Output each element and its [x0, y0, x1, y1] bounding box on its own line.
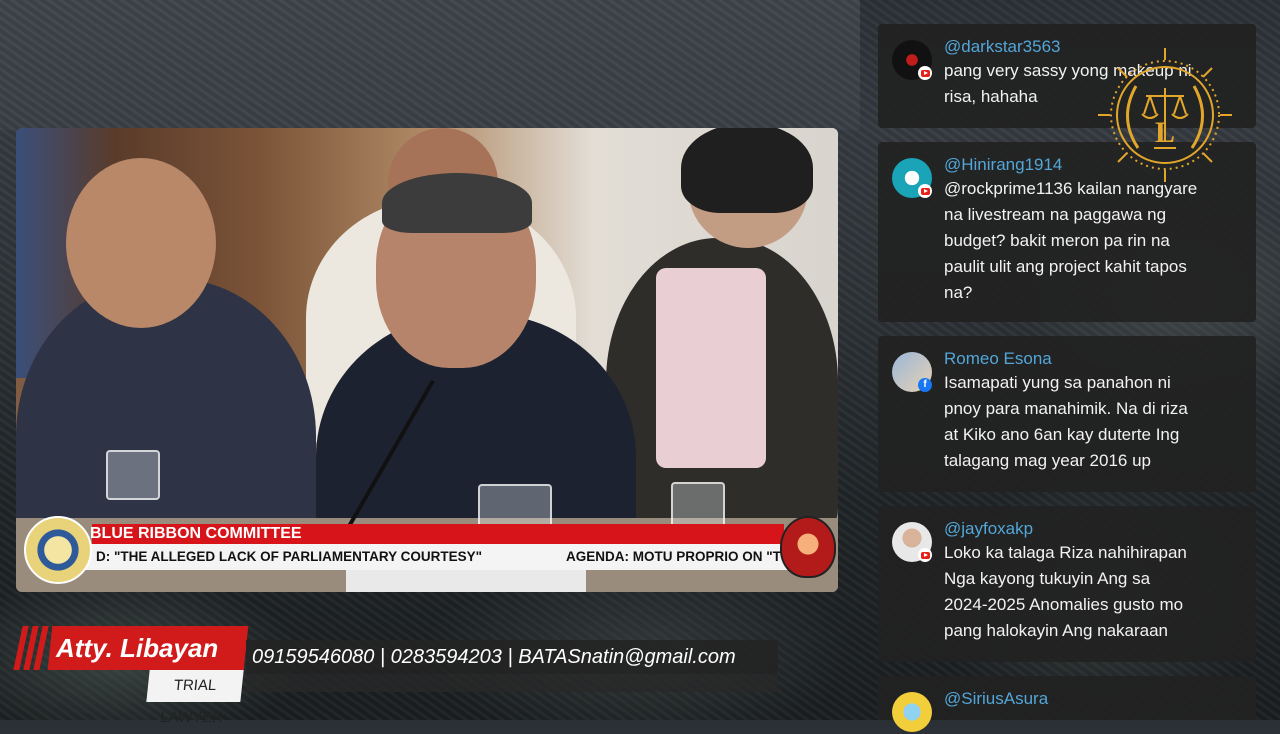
- agenda-ticker-left: D: "THE ALLEGED LACK OF PARLIAMENTARY CO…: [96, 549, 483, 564]
- brand-title: TRIAL LAWYER: [146, 670, 244, 726]
- nameplate-placard: [346, 570, 586, 592]
- chat-message: f Romeo Esona Isamapati yung sa panahon …: [878, 336, 1256, 492]
- person-right-hair: [681, 128, 813, 213]
- chat-text: Isamapati yung sa panahon ni pnoy para m…: [944, 373, 1188, 470]
- agenda-ticker-right: AGENDA: MOTU PROPRIO ON "T: [566, 549, 781, 564]
- facebook-icon: f: [918, 378, 932, 392]
- youtube-icon: [918, 184, 932, 198]
- video-feed[interactable]: BLUE RIBBON COMMITTEE D: "THE ALLEGED LA…: [16, 128, 838, 592]
- brand-name: Atty. Libayan: [56, 633, 219, 663]
- chat-author: @jayfoxakp: [944, 519, 1034, 538]
- scales-of-justice-logo-icon: L: [1098, 48, 1232, 182]
- chat-message: @jayfoxakp Loko ka talaga Riza nahihirap…: [878, 506, 1256, 662]
- chat-message: @SiriusAsura: [878, 676, 1256, 732]
- agenda-ticker: D: "THE ALLEGED LACK OF PARLIAMENTARY CO…: [56, 544, 816, 570]
- water-container: [478, 484, 552, 528]
- contact-bar: 09159546080 | 0283594203 | BATASnatin@gm…: [246, 640, 778, 674]
- chat-author: Romeo Esona: [944, 349, 1052, 368]
- person-speaker-hair: [382, 173, 532, 233]
- chat-text: @rockprime1136 kailan nangyare na livest…: [944, 179, 1198, 302]
- avatar: [892, 692, 932, 732]
- committee-seal-icon: [780, 516, 836, 578]
- committee-banner: BLUE RIBBON COMMITTEE: [90, 524, 784, 544]
- youtube-icon: [918, 66, 932, 80]
- svg-text:L: L: [1155, 116, 1175, 149]
- contact-bar-underlay: [246, 674, 778, 692]
- water-glass: [106, 450, 160, 500]
- youtube-icon: [918, 548, 932, 562]
- chat-text: Loko ka talaga Riza nahihirapan Nga kayo…: [944, 543, 1187, 640]
- brand-name-plate: Atty. Libayan: [47, 626, 249, 670]
- chat-author: @SiriusAsura: [944, 689, 1049, 708]
- committee-banner-text: BLUE RIBBON COMMITTEE: [90, 525, 302, 542]
- person-right-shirt: [656, 268, 766, 468]
- person-left-head: [66, 158, 216, 328]
- senate-seal-icon: [24, 516, 92, 584]
